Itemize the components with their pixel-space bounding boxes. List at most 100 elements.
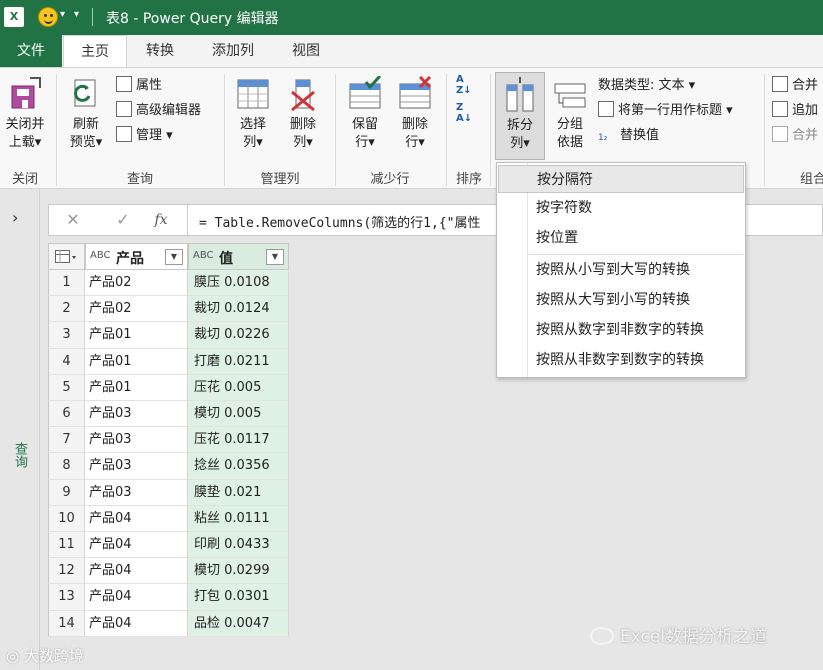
row-number[interactable]: 4 bbox=[48, 348, 85, 375]
table-row[interactable]: 5 产品01 压花 0.005 bbox=[48, 374, 289, 401]
combine-files-button[interactable]: 合并 bbox=[772, 126, 818, 146]
value-cell[interactable]: 粘丝 0.0111 bbox=[188, 505, 289, 532]
chevron-down-icon[interactable]: ▾ bbox=[60, 9, 65, 20]
text-type-icon[interactable]: ABC bbox=[90, 250, 111, 261]
remove-columns-button[interactable]: 删除 列▾ bbox=[280, 76, 326, 152]
table-row[interactable]: 3 产品01 裁切 0.0226 bbox=[48, 322, 289, 349]
product-cell[interactable]: 产品03 bbox=[85, 453, 188, 480]
row-number[interactable]: 1 bbox=[48, 270, 85, 297]
formula-text[interactable]: = Table.RemoveColumns(筛选的行1,{"属性 bbox=[199, 212, 481, 231]
group-by-button[interactable]: 分组 依据 bbox=[548, 76, 592, 152]
value-cell[interactable]: 捻丝 0.0356 bbox=[188, 453, 289, 480]
product-cell[interactable]: 产品02 bbox=[85, 270, 188, 297]
value-cell[interactable]: 裁切 0.0124 bbox=[188, 296, 289, 323]
menu-item-upper-to-lower[interactable]: 按照从大写到小写的转换 bbox=[498, 286, 744, 314]
menu-item-by-number-of-characters[interactable]: 按字符数 bbox=[498, 194, 744, 222]
row-number[interactable]: 9 bbox=[48, 479, 85, 506]
product-cell[interactable]: 产品02 bbox=[85, 296, 188, 323]
product-cell[interactable]: 产品03 bbox=[85, 401, 188, 428]
customize-toolbar-icon[interactable]: ▾ bbox=[74, 9, 79, 20]
value-cell[interactable]: 模切 0.0299 bbox=[188, 558, 289, 585]
split-column-button[interactable]: 拆分 列▾ bbox=[495, 72, 545, 160]
append-queries-button[interactable]: 追加 bbox=[772, 101, 818, 121]
table-menu-icon[interactable] bbox=[48, 243, 85, 270]
table-row[interactable]: 10 产品04 粘丝 0.0111 bbox=[48, 505, 289, 532]
table-row[interactable]: 11 产品04 印刷 0.0433 bbox=[48, 532, 289, 559]
table-row[interactable]: 14 产品04 品检 0.0047 bbox=[48, 610, 289, 637]
product-cell[interactable]: 产品04 bbox=[85, 610, 188, 637]
value-cell[interactable]: 印刷 0.0433 bbox=[188, 532, 289, 559]
menu-item-by-delimiter[interactable]: 按分隔符 bbox=[498, 165, 744, 193]
row-number[interactable]: 3 bbox=[48, 322, 85, 349]
cancel-icon[interactable]: ✕ bbox=[61, 209, 85, 231]
column-header-value[interactable]: ABC 值 ▼ bbox=[188, 243, 289, 270]
row-number[interactable]: 7 bbox=[48, 427, 85, 454]
remove-rows-button[interactable]: 删除 行▾ bbox=[392, 75, 438, 152]
product-cell[interactable]: 产品04 bbox=[85, 505, 188, 532]
table-row[interactable]: 4 产品01 打磨 0.0211 bbox=[48, 348, 289, 375]
row-number[interactable]: 8 bbox=[48, 453, 85, 480]
value-cell[interactable]: 膜垫 0.021 bbox=[188, 479, 289, 506]
table-row[interactable]: 6 产品03 模切 0.005 bbox=[48, 401, 289, 428]
product-cell[interactable]: 产品04 bbox=[85, 558, 188, 585]
manage-button[interactable]: 管理 ▾ bbox=[116, 126, 173, 146]
queries-pane-label[interactable]: 查询 bbox=[10, 442, 29, 468]
tab-add-column[interactable]: 添加列 bbox=[198, 35, 268, 67]
table-row[interactable]: 8 产品03 捻丝 0.0356 bbox=[48, 453, 289, 480]
merge-queries-button[interactable]: 合并 bbox=[772, 76, 818, 96]
row-number[interactable]: 2 bbox=[48, 296, 85, 323]
row-number[interactable]: 12 bbox=[48, 558, 85, 585]
menu-item-lower-to-upper[interactable]: 按照从小写到大写的转换 bbox=[498, 256, 744, 284]
tab-home[interactable]: 主页 bbox=[63, 35, 127, 68]
value-cell[interactable]: 品检 0.0047 bbox=[188, 610, 289, 637]
row-number[interactable]: 6 bbox=[48, 401, 85, 428]
filter-dropdown-icon[interactable]: ▼ bbox=[266, 249, 284, 265]
data-type-dropdown[interactable]: 数据类型: 文本 ▾ bbox=[598, 76, 695, 96]
filter-dropdown-icon[interactable]: ▼ bbox=[165, 249, 183, 265]
choose-columns-button[interactable]: 选择 列▾ bbox=[230, 76, 276, 152]
menu-item-digit-to-nondigit[interactable]: 按照从数字到非数字的转换 bbox=[498, 316, 744, 344]
text-type-icon[interactable]: ABC bbox=[193, 250, 214, 261]
feedback-smiley-icon[interactable] bbox=[38, 7, 58, 27]
row-number[interactable]: 14 bbox=[48, 610, 85, 637]
table-row[interactable]: 7 产品03 压花 0.0117 bbox=[48, 427, 289, 454]
tab-view[interactable]: 视图 bbox=[276, 35, 336, 67]
value-cell[interactable]: 模切 0.005 bbox=[188, 401, 289, 428]
function-icon[interactable]: fx bbox=[149, 209, 173, 231]
product-cell[interactable]: 产品01 bbox=[85, 322, 188, 349]
product-cell[interactable]: 产品04 bbox=[85, 584, 188, 611]
row-number[interactable]: 10 bbox=[48, 505, 85, 532]
tab-file[interactable]: 文件 bbox=[0, 35, 62, 67]
expand-chevron-icon[interactable]: › bbox=[12, 208, 18, 227]
commit-icon[interactable]: ✓ bbox=[111, 209, 135, 231]
row-number[interactable]: 5 bbox=[48, 374, 85, 401]
close-and-load-button[interactable]: 关闭并 上载▾ bbox=[0, 76, 50, 152]
table-row[interactable]: 2 产品02 裁切 0.0124 bbox=[48, 296, 289, 323]
advanced-editor-button[interactable]: 高级编辑器 bbox=[116, 101, 201, 121]
tab-transform[interactable]: 转换 bbox=[130, 35, 190, 67]
table-row[interactable]: 13 产品04 打包 0.0301 bbox=[48, 584, 289, 611]
replace-values-button[interactable]: 1₂ 替换值 bbox=[598, 126, 659, 146]
properties-button[interactable]: 属性 bbox=[116, 76, 162, 96]
value-cell[interactable]: 打包 0.0301 bbox=[188, 584, 289, 611]
product-cell[interactable]: 产品01 bbox=[85, 374, 188, 401]
use-first-row-as-headers-button[interactable]: 将第一行用作标题 ▾ bbox=[598, 101, 733, 121]
column-header-product[interactable]: ABC 产品 ▼ bbox=[85, 243, 188, 270]
product-cell[interactable]: 产品01 bbox=[85, 348, 188, 375]
menu-item-by-positions[interactable]: 按位置 bbox=[498, 224, 744, 252]
value-cell[interactable]: 压花 0.005 bbox=[188, 374, 289, 401]
table-row[interactable]: 12 产品04 模切 0.0299 bbox=[48, 558, 289, 585]
refresh-preview-button[interactable]: 刷新 预览▾ bbox=[60, 76, 112, 152]
product-cell[interactable]: 产品03 bbox=[85, 479, 188, 506]
product-cell[interactable]: 产品04 bbox=[85, 532, 188, 559]
value-cell[interactable]: 裁切 0.0226 bbox=[188, 322, 289, 349]
keep-rows-button[interactable]: 保留 行▾ bbox=[342, 74, 388, 152]
value-cell[interactable]: 打磨 0.0211 bbox=[188, 348, 289, 375]
row-number[interactable]: 11 bbox=[48, 532, 85, 559]
product-cell[interactable]: 产品03 bbox=[85, 427, 188, 454]
sort-ascending-icon[interactable]: A Z↓ bbox=[456, 74, 478, 98]
value-cell[interactable]: 膜压 0.0108 bbox=[188, 270, 289, 297]
value-cell[interactable]: 压花 0.0117 bbox=[188, 427, 289, 454]
sort-descending-icon[interactable]: Z A↓ bbox=[456, 102, 478, 126]
table-row[interactable]: 9 产品03 膜垫 0.021 bbox=[48, 479, 289, 506]
